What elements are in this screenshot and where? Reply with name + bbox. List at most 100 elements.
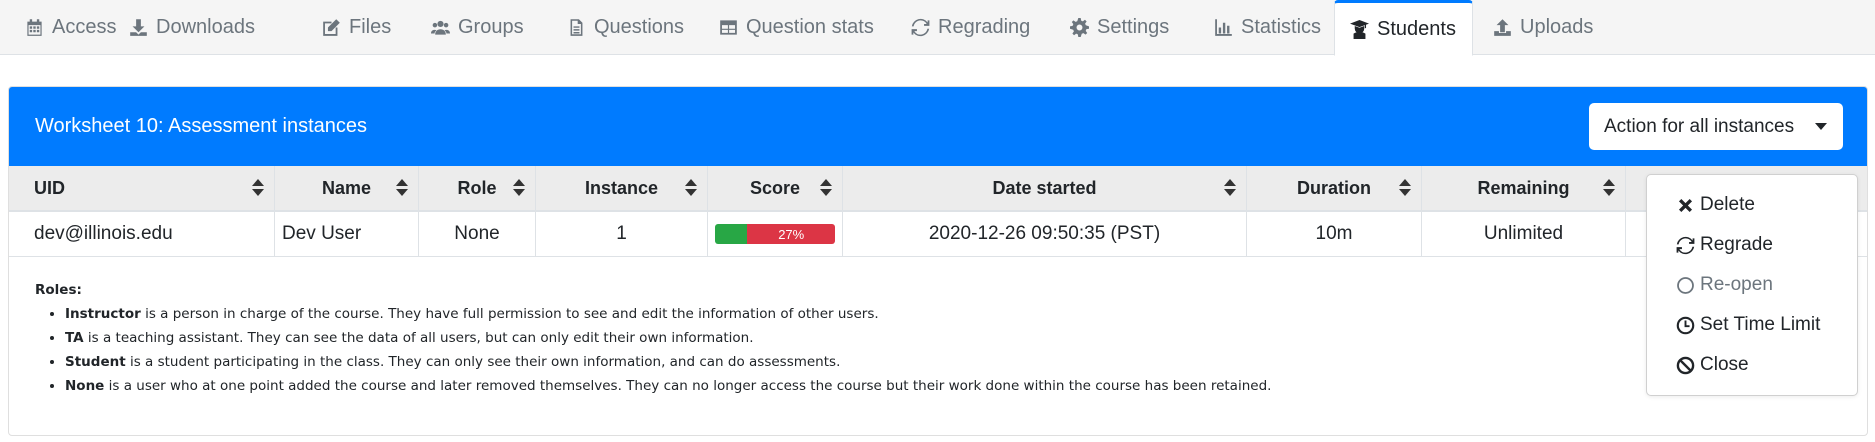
roles-heading: Roles: — [35, 282, 82, 298]
tab-groups[interactable]: Groups — [416, 0, 540, 55]
sort-icon — [1224, 178, 1236, 198]
gear-icon — [1069, 18, 1089, 38]
column-header-label: Role — [457, 177, 497, 198]
sort-icon — [685, 178, 697, 198]
tab-label: Uploads — [1520, 16, 1594, 38]
cell-role: None — [419, 212, 536, 256]
upload-icon — [1492, 18, 1512, 38]
tab-downloads[interactable]: Downloads — [114, 0, 271, 55]
table-row: dev@illinois.edu Dev User None 1 27% 202… — [9, 212, 1867, 257]
tab-label: Groups — [458, 16, 524, 38]
tab-label: Settings — [1097, 16, 1170, 38]
sort-icon — [252, 178, 264, 198]
column-header-label: Date started — [992, 177, 1097, 198]
tab-question-stats[interactable]: Question stats — [704, 0, 890, 55]
tab-uploads[interactable]: Uploads — [1478, 0, 1609, 55]
assessment-instances-card: Worksheet 10: Assessment instances Actio… — [8, 86, 1868, 436]
instance-action-menu: Delete Regrade Re-open Set Time Limit Cl… — [1646, 174, 1858, 396]
role-term: TA — [65, 330, 84, 346]
cell-instance: 1 — [536, 212, 708, 256]
role-description: Student is a student participating in th… — [65, 350, 1595, 374]
tab-statistics[interactable]: Statistics — [1199, 0, 1337, 55]
role-term: Student — [65, 354, 126, 370]
tab-label: Students — [1377, 17, 1456, 40]
column-header-instance[interactable]: Instance — [536, 166, 708, 210]
caret-down-icon — [1815, 123, 1827, 130]
tab-label: Statistics — [1241, 16, 1322, 38]
action-button-label: Action for all instances — [1604, 115, 1795, 137]
times-icon — [1675, 195, 1695, 215]
tab-label: Questions — [594, 16, 685, 38]
graduate-icon — [1349, 19, 1369, 39]
column-header-label: Name — [321, 177, 372, 198]
role-description: TA is a teaching assistant. They can see… — [65, 326, 1595, 350]
column-header-label: UID — [34, 177, 65, 198]
column-header-score[interactable]: Score — [708, 166, 843, 210]
cell-score: 27% — [708, 212, 843, 256]
column-header-label: Duration — [1297, 177, 1371, 198]
cell-name: Dev User — [275, 212, 419, 256]
sort-icon — [1399, 178, 1411, 198]
tab-label: Access — [52, 16, 117, 38]
menu-item-set-time-limit[interactable]: Set Time Limit — [1647, 307, 1857, 343]
users-icon — [430, 18, 450, 38]
clock-icon — [1675, 315, 1695, 335]
tab-label: Downloads — [156, 16, 255, 38]
column-header-date-started[interactable]: Date started — [843, 166, 1247, 210]
roles-list: Instructor is a person in charge of the … — [35, 302, 1595, 398]
menu-item-label: Set Time Limit — [1700, 314, 1821, 335]
menu-item-reopen: Re-open — [1647, 267, 1857, 303]
column-header-duration[interactable]: Duration — [1247, 166, 1422, 210]
sync-icon — [1675, 235, 1695, 255]
assessment-tab-bar: Access Downloads Files Groups Questions … — [0, 0, 1875, 56]
tab-settings[interactable]: Settings — [1055, 0, 1185, 55]
column-header-name[interactable]: Name — [275, 166, 419, 210]
tab-students[interactable]: Students — [1334, 0, 1473, 56]
role-term: Instructor — [65, 306, 141, 322]
edit-icon — [321, 18, 341, 38]
cell-date-started: 2020-12-26 09:50:35 (PST) — [843, 212, 1247, 256]
menu-item-regrade[interactable]: Regrade — [1647, 227, 1857, 263]
download-icon — [128, 18, 148, 38]
role-text: is a person in charge of the course. The… — [140, 306, 879, 322]
menu-item-label: Delete — [1700, 194, 1755, 215]
roles-legend: Roles: Instructor is a person in charge … — [35, 282, 1595, 398]
role-description: None is a user who at one point added th… — [65, 374, 1595, 398]
cell-duration: 10m — [1247, 212, 1422, 256]
menu-item-label: Regrade — [1700, 234, 1773, 255]
action-for-all-instances-button[interactable]: Action for all instances — [1589, 103, 1843, 150]
menu-item-label: Close — [1700, 354, 1749, 375]
table-header-row: UID Name Role Instance Score Date starte… — [9, 166, 1867, 212]
menu-item-close[interactable]: Close — [1647, 347, 1857, 383]
column-header-label: Score — [749, 177, 801, 198]
calendar-icon — [24, 18, 44, 38]
table-icon — [718, 18, 738, 38]
tab-label: Files — [349, 16, 392, 38]
chart-icon — [1213, 18, 1233, 38]
menu-item-delete[interactable]: Delete — [1647, 187, 1857, 223]
tab-regrading[interactable]: Regrading — [896, 0, 1046, 55]
column-header-role[interactable]: Role — [419, 166, 536, 210]
role-text: is a student participating in the class.… — [125, 354, 841, 370]
tab-files[interactable]: Files — [307, 0, 407, 55]
tab-label: Regrading — [938, 16, 1031, 38]
column-header-remaining[interactable]: Remaining — [1422, 166, 1626, 210]
sort-icon — [513, 178, 525, 198]
role-description: Instructor is a person in charge of the … — [65, 302, 1595, 326]
card-header: Worksheet 10: Assessment instances Actio… — [9, 87, 1867, 166]
score-label: 27% — [747, 224, 835, 244]
column-header-label: Instance — [584, 177, 659, 198]
role-term: None — [65, 378, 105, 394]
column-header-uid[interactable]: UID — [9, 166, 275, 210]
cell-remaining: Unlimited — [1422, 212, 1626, 256]
circle-icon — [1675, 275, 1695, 295]
sync-icon — [910, 18, 930, 38]
sort-icon — [1603, 178, 1615, 198]
role-text: is a teaching assistant. They can see th… — [83, 330, 754, 346]
score-progress-bar: 27% — [715, 224, 835, 244]
tab-questions[interactable]: Questions — [552, 0, 700, 55]
role-text: is a user who at one point added the cou… — [104, 378, 1272, 394]
tab-label: Question stats — [746, 16, 874, 38]
ban-icon — [1675, 355, 1695, 375]
score-earned-fill — [715, 224, 748, 244]
